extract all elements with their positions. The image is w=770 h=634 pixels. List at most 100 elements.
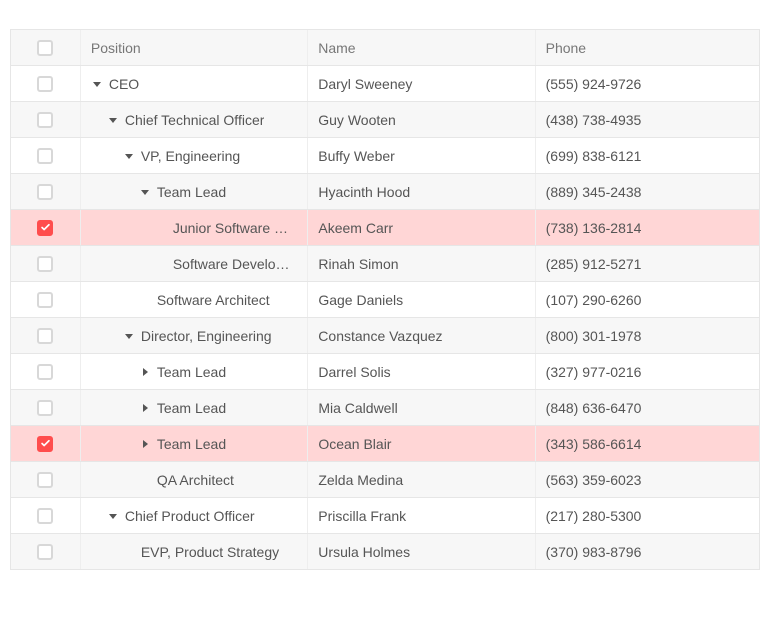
expand-icon-expanded[interactable] <box>139 188 151 196</box>
row-checkbox[interactable] <box>37 328 53 344</box>
phone-text: (285) 912-5271 <box>546 256 642 272</box>
position-cell: Software Develo… <box>81 246 309 281</box>
phone-text: (555) 924-9726 <box>546 76 642 92</box>
table-row[interactable]: Software Architect Gage Daniels (107) 290-… <box>11 281 759 317</box>
row-checkbox-cell <box>11 102 81 137</box>
name-cell: Guy Wooten <box>308 102 535 137</box>
table-row[interactable]: Team LeadOcean Blair(343) 586-6614 <box>11 425 759 461</box>
position-text: Director, Engineering <box>141 328 272 344</box>
table-row[interactable]: Team LeadHyacinth Hood (889) 345-2438 <box>11 173 759 209</box>
position-text: CEO <box>109 76 139 92</box>
row-checkbox[interactable] <box>37 76 53 92</box>
position-text: Chief Product Officer <box>125 508 255 524</box>
table-row[interactable]: Chief Product Officer Priscilla Frank (217… <box>11 497 759 533</box>
name-cell: Ursula Holmes <box>308 534 535 569</box>
phone-text: (217) 280-5300 <box>546 508 642 524</box>
name-text: Gage Daniels <box>318 292 403 308</box>
header-name[interactable]: Name <box>308 30 535 65</box>
name-cell: Gage Daniels <box>308 282 535 317</box>
name-cell: Daryl Sweeney <box>308 66 535 101</box>
phone-text: (438) 738-4935 <box>546 112 642 128</box>
phone-cell: (285) 912-5271 <box>536 246 759 281</box>
name-cell: Akeem Carr <box>308 210 535 245</box>
row-checkbox[interactable] <box>37 292 53 308</box>
name-text: Rinah Simon <box>318 256 398 272</box>
row-checkbox-cell <box>11 210 81 245</box>
table-row[interactable]: QA Architect Zelda Medina (563) 359-6023 <box>11 461 759 497</box>
expand-icon-collapsed[interactable] <box>139 440 151 448</box>
header-phone[interactable]: Phone <box>536 30 759 65</box>
expand-icon-expanded[interactable] <box>107 512 119 520</box>
expand-icon-collapsed[interactable] <box>139 404 151 412</box>
name-cell: Zelda Medina <box>308 462 535 497</box>
table-row[interactable]: CEO Daryl Sweeney (555) 924-9726 <box>11 65 759 101</box>
table-row[interactable]: Software Develo… Rinah Simon (285) 912-527… <box>11 245 759 281</box>
row-checkbox[interactable] <box>37 148 53 164</box>
name-text: Priscilla Frank <box>318 508 406 524</box>
name-cell: Mia Caldwell <box>308 390 535 425</box>
name-cell: Hyacinth Hood <box>308 174 535 209</box>
name-text: Ocean Blair <box>318 436 391 452</box>
name-text: Mia Caldwell <box>318 400 397 416</box>
row-checkbox[interactable] <box>37 364 53 380</box>
expand-icon-expanded[interactable] <box>123 332 135 340</box>
expand-icon-expanded[interactable] <box>107 116 119 124</box>
name-cell: Buffy Weber <box>308 138 535 173</box>
row-checkbox-cell <box>11 66 81 101</box>
row-checkbox[interactable] <box>37 544 53 560</box>
table-row[interactable]: Junior Software …Akeem Carr(738) 136-281… <box>11 209 759 245</box>
phone-cell: (370) 983-8796 <box>536 534 759 569</box>
phone-text: (563) 359-6023 <box>546 472 642 488</box>
phone-cell: (848) 636-6470 <box>536 390 759 425</box>
position-cell: Team Lead <box>81 174 308 209</box>
row-checkbox-cell <box>11 174 81 209</box>
position-text: Junior Software … <box>173 220 288 236</box>
table-row[interactable]: Team LeadMia Caldwell(848) 636-6470 <box>11 389 759 425</box>
row-checkbox[interactable] <box>37 256 53 272</box>
name-text: Guy Wooten <box>318 112 396 128</box>
position-cell: QA Architect <box>81 462 308 497</box>
position-cell: Director, Engineering <box>81 318 308 353</box>
position-cell: Team Lead <box>81 426 308 461</box>
position-text: QA Architect <box>157 472 234 488</box>
header-position[interactable]: Position <box>81 30 308 65</box>
name-text: Constance Vazquez <box>318 328 442 344</box>
row-checkbox-cell <box>11 318 81 353</box>
row-checkbox[interactable] <box>37 472 53 488</box>
row-checkbox[interactable] <box>37 400 53 416</box>
phone-text: (327) 977-0216 <box>546 364 642 380</box>
table-body: CEO Daryl Sweeney (555) 924-9726 Chief Tech… <box>11 65 759 569</box>
name-cell: Priscilla Frank <box>308 498 535 533</box>
position-cell: Chief Product Officer <box>81 498 308 533</box>
row-checkbox[interactable] <box>37 112 53 128</box>
phone-text: (800) 301-1978 <box>546 328 642 344</box>
table-header-row: Position Name Phone <box>11 29 759 65</box>
expand-icon-collapsed[interactable] <box>139 368 151 376</box>
position-cell: Team Lead <box>81 354 308 389</box>
header-checkbox-cell <box>11 30 81 65</box>
row-checkbox-cell <box>11 390 81 425</box>
table-row[interactable]: Chief Technical OfficerGuy Wooten(438) 7… <box>11 101 759 137</box>
table-row[interactable]: EVP, Product Strategy Ursula Holmes (370) … <box>11 533 759 569</box>
position-cell: CEO <box>81 66 308 101</box>
phone-text: (107) 290-6260 <box>546 292 642 308</box>
row-checkbox[interactable] <box>37 436 53 452</box>
phone-text: (889) 345-2438 <box>546 184 642 200</box>
expand-icon-expanded[interactable] <box>123 152 135 160</box>
name-text: Ursula Holmes <box>318 544 410 560</box>
row-checkbox-cell <box>11 354 81 389</box>
phone-text: (699) 838-6121 <box>546 148 642 164</box>
row-checkbox[interactable] <box>37 220 53 236</box>
phone-cell: (217) 280-5300 <box>536 498 759 533</box>
select-all-checkbox[interactable] <box>37 40 53 56</box>
row-checkbox-cell <box>11 498 81 533</box>
row-checkbox[interactable] <box>37 508 53 524</box>
position-cell: Software Architect <box>81 282 308 317</box>
row-checkbox-cell <box>11 426 81 461</box>
table-row[interactable]: Director, Engineering Constance Vazquez (8… <box>11 317 759 353</box>
table-row[interactable]: Team LeadDarrel Solis(327) 977-0216 <box>11 353 759 389</box>
expand-icon-expanded[interactable] <box>91 80 103 88</box>
position-text: EVP, Product Strategy <box>141 544 279 560</box>
table-row[interactable]: VP, EngineeringBuffy Weber(699) 838-6121 <box>11 137 759 173</box>
row-checkbox[interactable] <box>37 184 53 200</box>
